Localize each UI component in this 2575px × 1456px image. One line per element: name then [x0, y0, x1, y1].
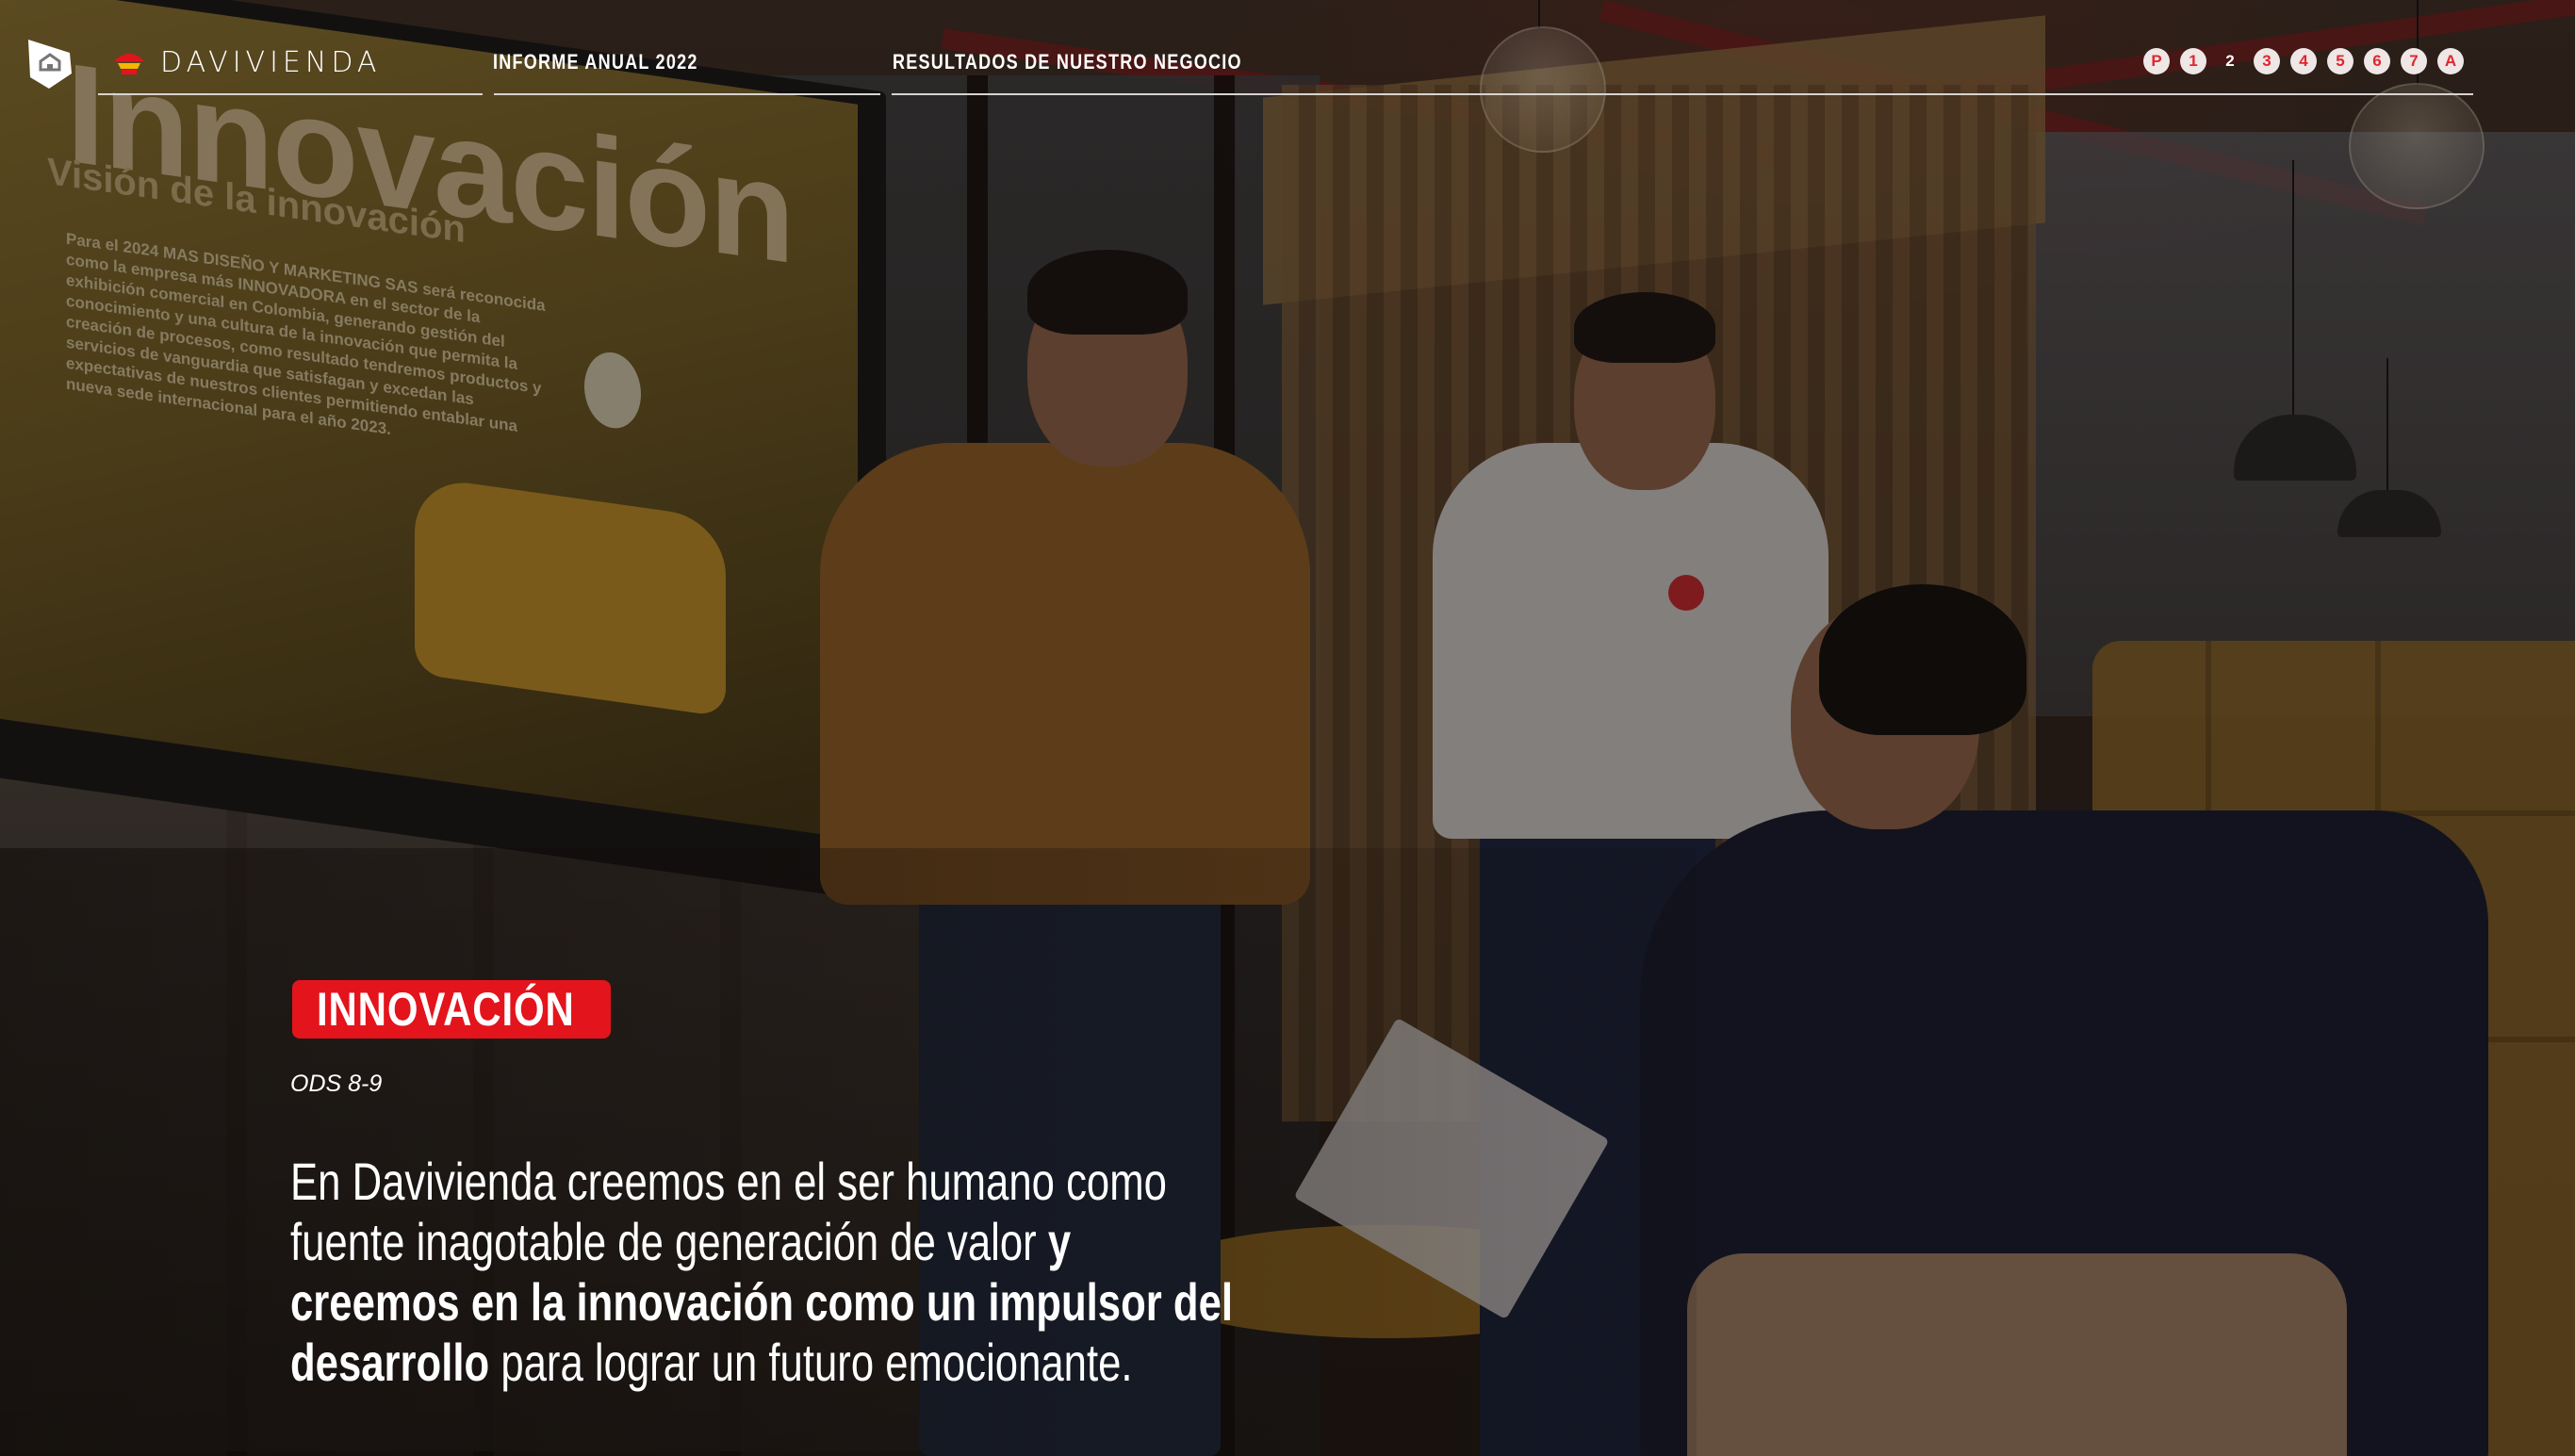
page-navigator: P 1 2 3 4 5 6 7 A — [2143, 48, 2464, 74]
lead-paragraph: En Davivienda creemos en el ser humano c… — [290, 1152, 1246, 1393]
page-button-p[interactable]: P — [2143, 48, 2170, 74]
house-logo-icon — [111, 48, 147, 76]
brand-name: DAVIVIENDA — [160, 45, 382, 79]
page-button-7[interactable]: 7 — [2401, 48, 2427, 74]
page-button-1[interactable]: 1 — [2180, 48, 2206, 74]
davivienda-logo: DAVIVIENDA — [111, 43, 381, 81]
top-navigation: DAVIVIENDA INFORME ANUAL 2022 RESULTADOS… — [0, 0, 2575, 104]
lead-text-end: para lograr un futuro emocionante. — [489, 1333, 1133, 1392]
section-tag: INNOVACIÓN — [292, 980, 611, 1039]
section-title: INNOVACIÓN — [317, 983, 575, 1036]
home-icon — [28, 40, 72, 89]
lead-text: En Davivienda creemos en el ser humano c… — [290, 1152, 1167, 1271]
page-button-5[interactable]: 5 — [2327, 48, 2354, 74]
breadcrumb-report[interactable]: INFORME ANUAL 2022 — [493, 50, 698, 74]
divider — [892, 93, 2473, 95]
page-button-4[interactable]: 4 — [2290, 48, 2317, 74]
ods-label: ODS 8-9 — [290, 1071, 383, 1097]
page-button-3[interactable]: 3 — [2254, 48, 2280, 74]
page-button-2-active[interactable]: 2 — [2217, 48, 2243, 74]
home-button[interactable] — [25, 36, 75, 90]
divider — [98, 93, 483, 95]
page-button-a[interactable]: A — [2437, 48, 2464, 74]
page-button-6[interactable]: 6 — [2364, 48, 2390, 74]
breadcrumb-section[interactable]: RESULTADOS DE NUESTRO NEGOCIO — [893, 50, 1242, 74]
divider — [494, 93, 880, 95]
